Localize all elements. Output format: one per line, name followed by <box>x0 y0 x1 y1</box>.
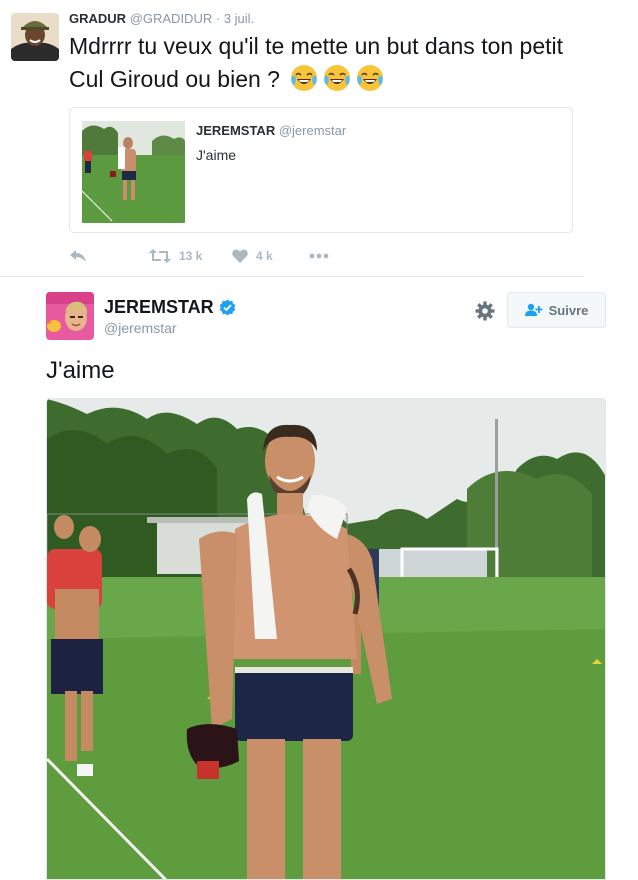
like-button[interactable]: 4 k <box>232 246 273 266</box>
quoted-tweet-header: JEREMSTAR @jeremstar <box>196 123 346 138</box>
tweet-divider <box>0 276 585 277</box>
quoted-author-handle[interactable]: @jeremstar <box>279 123 346 138</box>
jeremstar-avatar[interactable] <box>46 292 94 340</box>
gear-icon <box>475 301 495 321</box>
verified-badge-icon <box>219 299 235 316</box>
quoted-tweet-thumbnail <box>82 121 185 223</box>
tears-of-joy-emoji-icon <box>289 63 319 93</box>
retweet-icon <box>149 249 171 263</box>
add-user-icon <box>524 303 543 316</box>
follow-button[interactable]: Suivre <box>507 292 606 328</box>
main-author-row: JEREMSTAR <box>104 297 236 318</box>
retweet-button[interactable]: 13 k <box>149 246 202 266</box>
retweet-count: 13 k <box>179 249 203 263</box>
more-icon <box>309 253 329 259</box>
tears-of-joy-emoji-icon <box>322 63 352 93</box>
tweet-author-name[interactable]: GRADUR <box>69 11 126 26</box>
gradur-avatar[interactable] <box>11 13 59 61</box>
reply-icon <box>70 250 86 262</box>
quoted-tweet-card[interactable]: JEREMSTAR @jeremstar J'aime <box>69 107 573 233</box>
heart-icon <box>232 249 248 263</box>
follow-button-label: Suivre <box>548 302 589 318</box>
more-button[interactable] <box>309 246 329 266</box>
reply-button[interactable] <box>69 246 87 266</box>
tweet-author-handle[interactable]: @GRADIDUR <box>130 11 213 26</box>
tweet-actions: 13 k 4 k <box>69 246 369 266</box>
tweet-header: GRADUR @GRADIDUR · 3 juil. <box>69 11 254 26</box>
main-tweet-text: J'aime <box>46 357 115 384</box>
tears-of-joy-emoji-icon <box>355 63 385 93</box>
tweet-photo[interactable] <box>46 398 606 880</box>
main-author-handle[interactable]: @jeremstar <box>104 320 177 336</box>
gear-button[interactable] <box>474 300 496 322</box>
tweet-time-separator: · <box>215 11 221 26</box>
quoted-author-name[interactable]: JEREMSTAR <box>196 123 275 138</box>
quoted-tweet-text: J'aime <box>196 147 237 163</box>
main-author-name[interactable]: JEREMSTAR <box>104 297 214 318</box>
tweet-time[interactable]: 3 juil. <box>224 11 254 26</box>
like-count: 4 k <box>256 249 273 263</box>
tweet-text: Mdrrrr tu veux qu'il te mette un but dan… <box>69 30 589 96</box>
